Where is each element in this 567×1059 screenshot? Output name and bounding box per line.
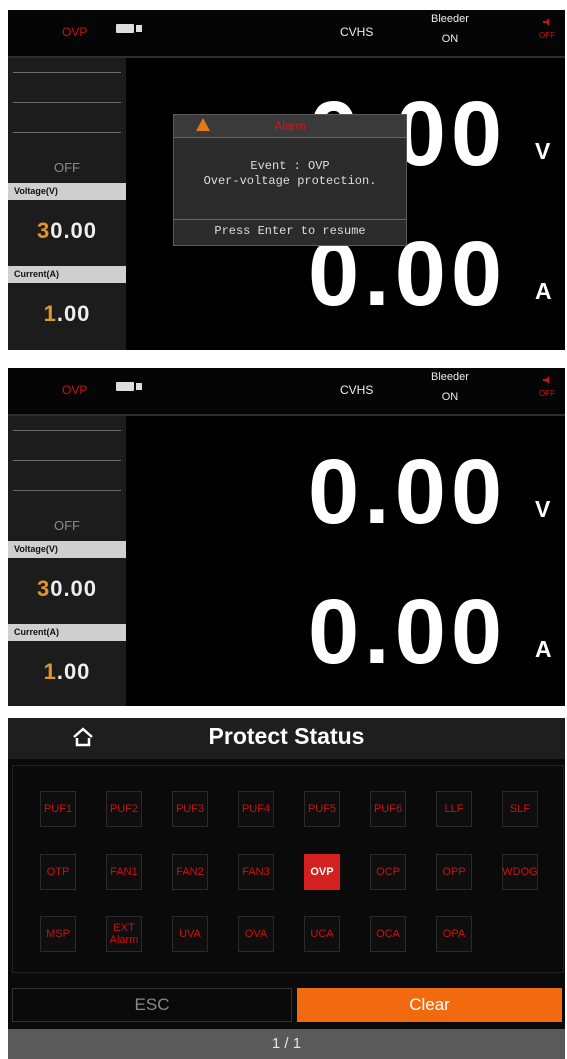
clear-button[interactable]: Clear bbox=[297, 988, 562, 1022]
status-bar: OVP CVHS Bleeder ON OFF bbox=[8, 368, 565, 416]
protect-item-oca[interactable]: OCA bbox=[370, 916, 406, 952]
protect-item-wdog[interactable]: WDOG bbox=[502, 854, 538, 890]
empty-slot bbox=[13, 430, 121, 431]
bleeder-indicator: Bleeder ON bbox=[420, 12, 480, 46]
protect-item-otp[interactable]: OTP bbox=[40, 854, 76, 890]
voltage-cursor-digit: 3 bbox=[36, 218, 51, 243]
page-title: Protect Status bbox=[208, 723, 365, 749]
divider bbox=[174, 219, 406, 220]
voltage-setting-value[interactable]: 30.00 bbox=[8, 576, 126, 602]
main-screen: OVP CVHS Bleeder ON OFF OFF Voltage(V) 3… bbox=[8, 368, 565, 706]
current-setting-value[interactable]: 1.00 bbox=[8, 301, 126, 327]
current-setting-label: Current(A) bbox=[8, 624, 126, 641]
protect-item-llf[interactable]: LLF bbox=[436, 791, 472, 827]
alarm-event: Event : OVP bbox=[250, 159, 330, 173]
current-setting-label: Current(A) bbox=[8, 266, 126, 283]
protect-item-puf1[interactable]: PUF1 bbox=[40, 791, 76, 827]
voltage-setting-label: Voltage(V) bbox=[8, 183, 126, 200]
settings-sidebar: OFF Voltage(V) 30.00 Current(A) 1.00 bbox=[8, 58, 126, 350]
voltage-rest-digits: 0.00 bbox=[50, 576, 98, 601]
protection-status: OVP bbox=[62, 25, 88, 39]
cv-mode-indicator: CVHS bbox=[340, 383, 374, 397]
output-state: OFF bbox=[54, 518, 80, 533]
speaker-indicator: OFF bbox=[532, 376, 562, 400]
status-bar: OVP CVHS Bleeder ON OFF bbox=[8, 10, 565, 58]
protect-item-msp[interactable]: MSP bbox=[40, 916, 76, 952]
esc-button[interactable]: ESC bbox=[12, 988, 292, 1022]
current-rest-digits: .00 bbox=[56, 659, 91, 684]
protect-item-uva[interactable]: UVA bbox=[172, 916, 208, 952]
protection-status: OVP bbox=[62, 383, 88, 397]
page-indicator: 1 / 1 bbox=[8, 1029, 565, 1059]
usb-icon bbox=[116, 382, 142, 391]
alarm-description: Over-voltage protection. bbox=[203, 174, 377, 188]
voltage-rest-digits: 0.00 bbox=[50, 218, 98, 243]
voltage-unit: V bbox=[535, 496, 551, 522]
usb-icon bbox=[116, 24, 142, 33]
main-screen-with-alarm: OVP CVHS Bleeder ON OFF OFF Voltage(V) 3… bbox=[8, 10, 565, 350]
alarm-dialog: Alarm Event : OVP Over-voltage protectio… bbox=[173, 114, 407, 246]
current-readout: 0.00 bbox=[308, 581, 508, 683]
protect-item-puf5[interactable]: PUF5 bbox=[304, 791, 340, 827]
empty-slot bbox=[13, 102, 121, 103]
output-state: OFF bbox=[54, 160, 80, 175]
empty-slot bbox=[13, 72, 121, 73]
speaker-indicator: OFF bbox=[532, 18, 562, 42]
voltage-setting-label: Voltage(V) bbox=[8, 541, 126, 558]
speaker-icon bbox=[543, 376, 549, 384]
protect-item-puf2[interactable]: PUF2 bbox=[106, 791, 142, 827]
protect-status-header: Protect Status bbox=[8, 718, 565, 759]
voltage-cursor-digit: 3 bbox=[36, 576, 51, 601]
speaker-state: OFF bbox=[539, 389, 555, 398]
alarm-message: Event : OVP Over-voltage protection. bbox=[174, 159, 406, 189]
protect-item-puf6[interactable]: PUF6 bbox=[370, 791, 406, 827]
current-unit: A bbox=[535, 278, 552, 304]
settings-sidebar: OFF Voltage(V) 30.00 Current(A) 1.00 bbox=[8, 416, 126, 706]
current-rest-digits: .00 bbox=[56, 301, 91, 326]
protect-item-fan2[interactable]: FAN2 bbox=[172, 854, 208, 890]
empty-slot bbox=[13, 132, 121, 133]
current-cursor-digit: 1 bbox=[43, 659, 57, 684]
protect-status-screen: Protect Status PUF1 PUF2 PUF3 PUF4 PUF5 … bbox=[8, 718, 565, 1059]
protect-item-ext-alarm[interactable]: EXT Alarm bbox=[106, 916, 142, 952]
alarm-dialog-titlebar: Alarm bbox=[174, 115, 406, 138]
bleeder-indicator: Bleeder ON bbox=[420, 370, 480, 404]
protect-item-opa[interactable]: OPA bbox=[436, 916, 472, 952]
protect-item-opp[interactable]: OPP bbox=[436, 854, 472, 890]
current-unit: A bbox=[535, 636, 552, 662]
protect-item-ovp[interactable]: OVP bbox=[304, 854, 340, 890]
protect-item-ova[interactable]: OVA bbox=[238, 916, 274, 952]
protection-grid: PUF1 PUF2 PUF3 PUF4 PUF5 PUF6 LLF SLF OT… bbox=[12, 765, 564, 973]
empty-slot bbox=[13, 460, 121, 461]
empty-slot bbox=[13, 490, 121, 491]
bleeder-label: Bleeder bbox=[431, 13, 469, 25]
alarm-title: Alarm bbox=[274, 119, 306, 133]
voltage-setting-value[interactable]: 30.00 bbox=[8, 218, 126, 244]
protect-item-uca[interactable]: UCA bbox=[304, 916, 340, 952]
bleeder-label: Bleeder bbox=[431, 371, 469, 383]
voltage-readout: 0.00 bbox=[308, 441, 508, 543]
speaker-state: OFF bbox=[539, 31, 555, 40]
protect-item-puf4[interactable]: PUF4 bbox=[238, 791, 274, 827]
current-setting-value[interactable]: 1.00 bbox=[8, 659, 126, 685]
current-cursor-digit: 1 bbox=[43, 301, 57, 326]
protect-item-slf[interactable]: SLF bbox=[502, 791, 538, 827]
bleeder-value: ON bbox=[441, 33, 459, 45]
cv-mode-indicator: CVHS bbox=[340, 25, 374, 39]
bleeder-value: ON bbox=[441, 391, 459, 403]
protect-item-puf3[interactable]: PUF3 bbox=[172, 791, 208, 827]
protect-item-ocp[interactable]: OCP bbox=[370, 854, 406, 890]
resume-button[interactable]: Press Enter to resume bbox=[174, 224, 406, 238]
protect-item-fan1[interactable]: FAN1 bbox=[106, 854, 142, 890]
speaker-icon bbox=[543, 18, 549, 26]
voltage-unit: V bbox=[535, 138, 551, 164]
protect-item-fan3[interactable]: FAN3 bbox=[238, 854, 274, 890]
